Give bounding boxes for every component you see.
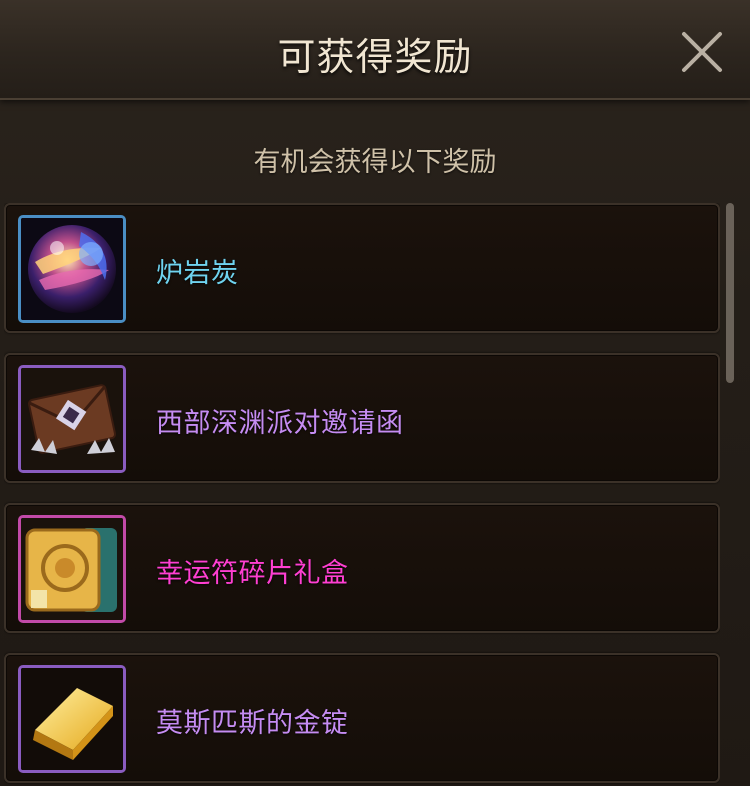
invitation-icon bbox=[18, 365, 126, 473]
reward-name: 莫斯匹斯的金锭 bbox=[156, 708, 349, 739]
reward-dialog: 可获得奖励 有机会获得以下奖励 炉岩炭 西部深渊派对邀请函 幸运符碎片礼盒 莫斯… bbox=[0, 0, 750, 786]
close-icon[interactable] bbox=[678, 28, 726, 76]
reward-item[interactable]: 幸运符碎片礼盒 bbox=[4, 503, 720, 633]
dialog-title: 可获得奖励 bbox=[277, 35, 473, 79]
reward-item[interactable]: 炉岩炭 bbox=[4, 203, 720, 333]
reward-item[interactable]: 西部深渊派对邀请函 bbox=[4, 353, 720, 483]
gold-ingot-icon bbox=[18, 665, 126, 773]
scrollbar[interactable] bbox=[726, 203, 734, 383]
orb-icon bbox=[18, 215, 126, 323]
reward-list[interactable]: 炉岩炭 西部深渊派对邀请函 幸运符碎片礼盒 莫斯匹斯的金锭 bbox=[4, 203, 720, 786]
reward-name: 西部深渊派对邀请函 bbox=[156, 408, 404, 439]
dialog-subtitle: 有机会获得以下奖励 bbox=[253, 147, 497, 178]
dialog-header: 可获得奖励 bbox=[0, 0, 750, 100]
reward-item[interactable]: 莫斯匹斯的金锭 bbox=[4, 653, 720, 783]
reward-name: 幸运符碎片礼盒 bbox=[156, 558, 349, 589]
scroll-icon bbox=[18, 515, 126, 623]
reward-name: 炉岩炭 bbox=[156, 258, 239, 289]
